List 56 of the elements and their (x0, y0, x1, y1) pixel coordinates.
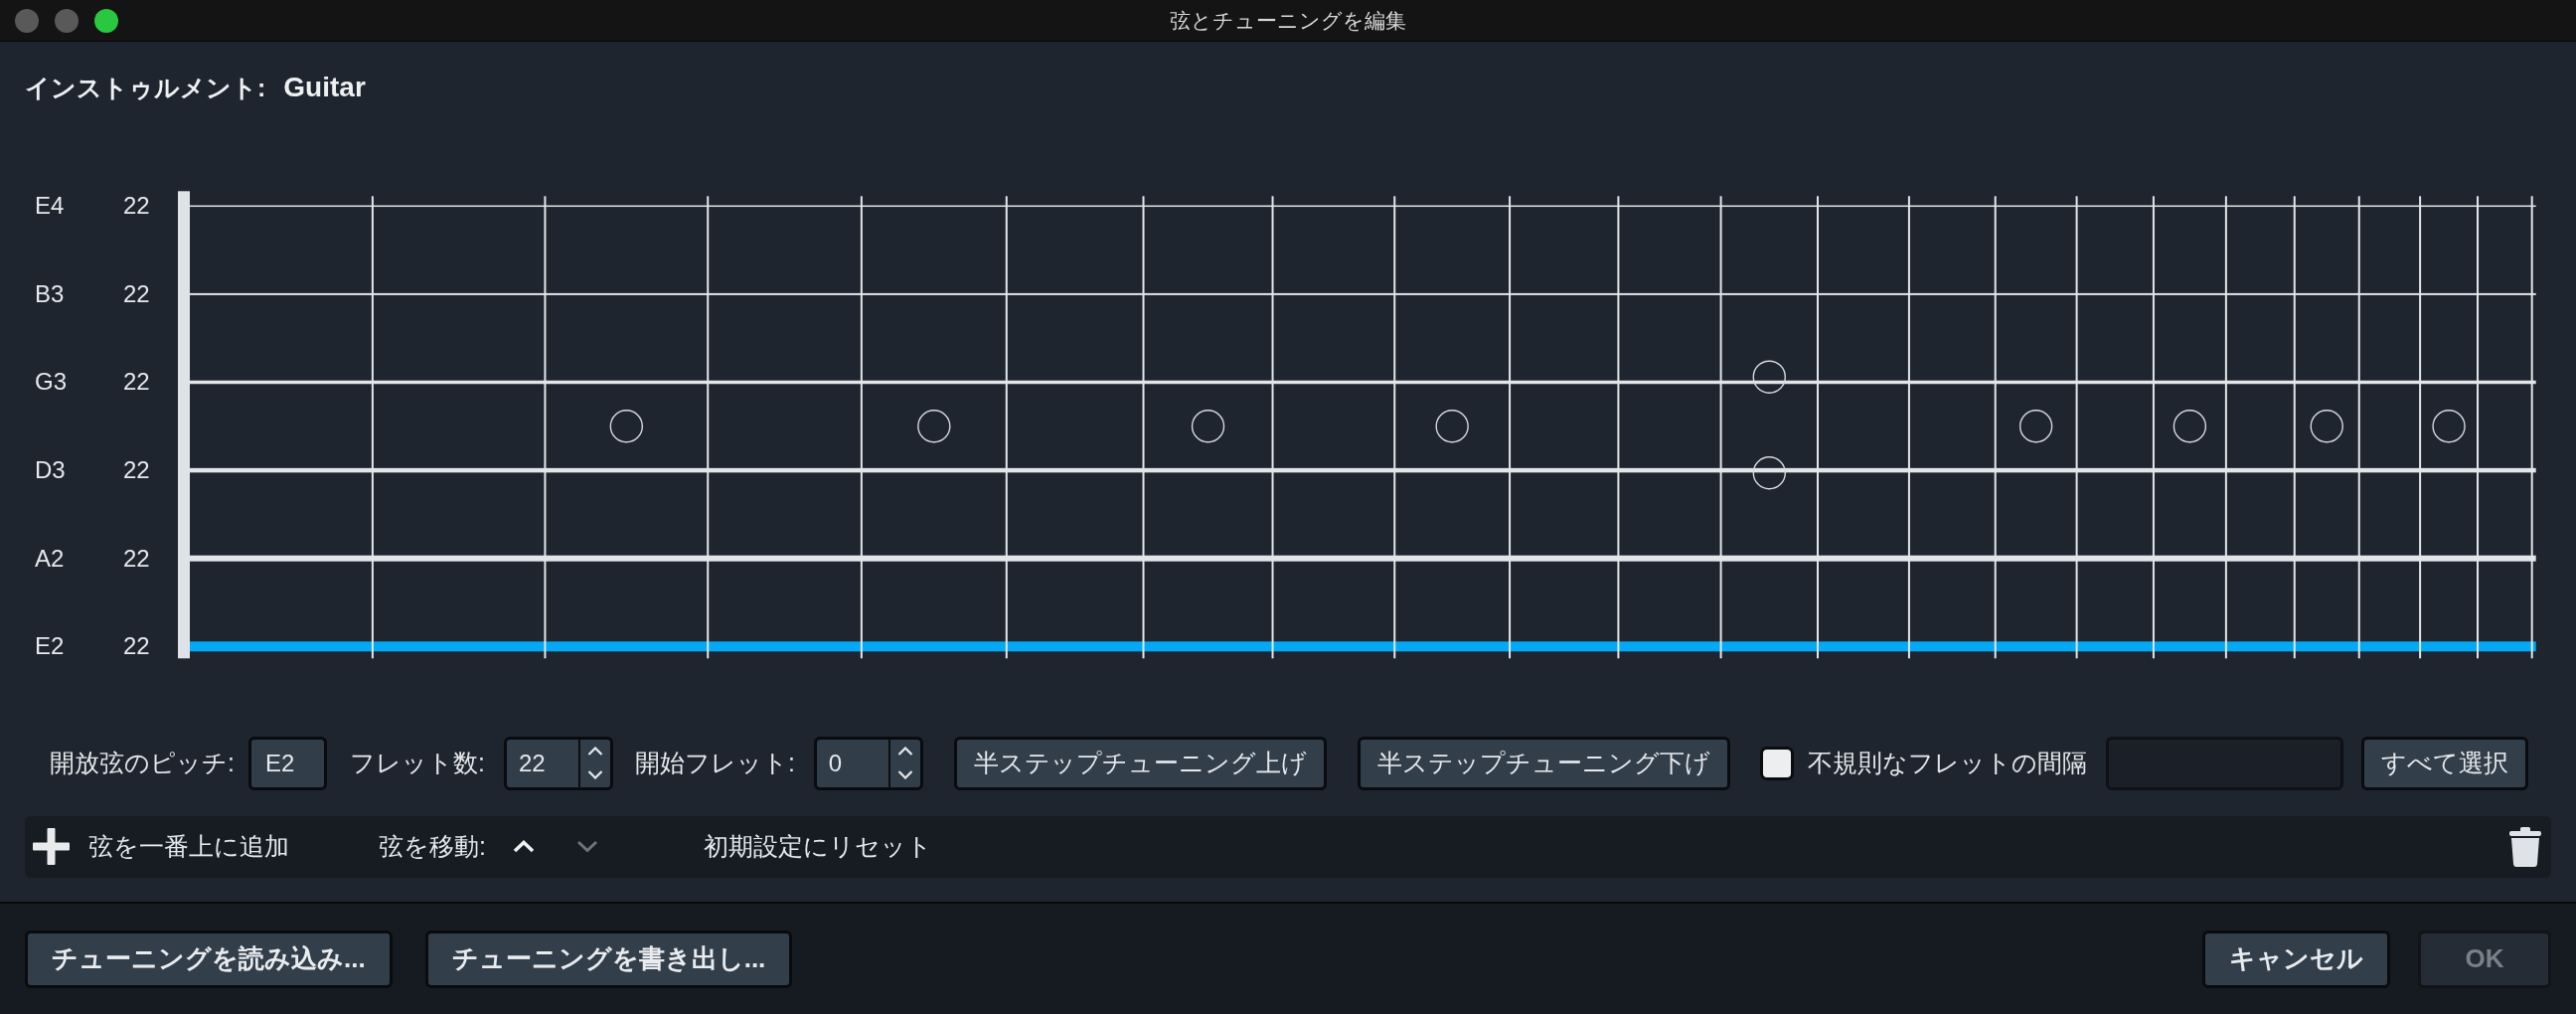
window-zoom-button[interactable] (94, 8, 118, 33)
string-fret-count: 22 (123, 458, 150, 483)
fret-marker-icon (2310, 410, 2343, 443)
load-tuning-button[interactable]: チューニングを読み込み... (25, 930, 393, 988)
open-pitch-label: 開放弦のピッチ: (50, 748, 235, 779)
fret-marker-icon (1752, 360, 1786, 394)
guitar-string[interactable] (190, 292, 2536, 295)
guitar-string[interactable] (190, 641, 2536, 652)
select-all-button[interactable]: すべて選択 (2360, 736, 2528, 790)
checkbox[interactable] (1759, 746, 1794, 780)
checkbox-label: 不規則なフレットの間隔 (1807, 748, 2087, 779)
string-pitch: E4 (35, 194, 65, 219)
string-fret-count: 22 (123, 546, 150, 571)
export-tuning-button[interactable]: チューニングを書き出し... (424, 930, 793, 988)
start-fret-spinbox[interactable]: 0 (813, 736, 923, 790)
string-pitch: B3 (35, 281, 65, 306)
guitar-string[interactable] (190, 555, 2536, 562)
start-fret-field[interactable]: 0 (816, 739, 888, 787)
chevron-up-icon[interactable] (586, 747, 603, 757)
guitar-string[interactable] (190, 205, 2536, 208)
fret-marker-icon (1752, 456, 1786, 490)
guitar-string[interactable] (190, 380, 2536, 385)
string-fret-count: 22 (123, 370, 150, 395)
half-step-down-button[interactable]: 半ステップチューニング下げ (1357, 736, 1730, 790)
chevron-up-icon[interactable] (512, 840, 535, 854)
string-pitch: G3 (35, 370, 67, 395)
half-step-up-button[interactable]: 半ステップチューニング上げ (953, 736, 1327, 790)
move-string-label: 弦を移動: (379, 831, 486, 863)
string-pitch: E2 (35, 634, 65, 659)
fret-marker-icon (917, 410, 951, 443)
fret-marker-icon (2432, 410, 2466, 443)
start-fret-label: 開始フレット: (634, 748, 795, 779)
window-title: 弦とチューニングを編集 (1170, 7, 1406, 34)
instrument-name: Guitar (283, 72, 366, 103)
string-pitch: D3 (35, 458, 66, 483)
fret-count-spinbox[interactable]: 22 (503, 736, 613, 790)
instrument-label: インストゥルメント: (25, 72, 266, 103)
fret-marker-icon (2018, 410, 2053, 443)
string-fret-count: 22 (123, 634, 150, 659)
string-pitch: A2 (35, 546, 65, 571)
fret-marker-icon (2173, 410, 2207, 443)
plus-icon (33, 828, 70, 866)
add-string-button[interactable]: 弦を一番上に追加 (33, 828, 289, 866)
fret-count-label: フレット数: (349, 748, 485, 779)
trash-icon[interactable] (2508, 826, 2542, 867)
chevron-up-icon[interactable] (896, 747, 913, 757)
fret-count-field[interactable]: 22 (506, 739, 578, 787)
open-pitch-field[interactable]: E2 (247, 736, 327, 790)
string-fret-count: 22 (123, 281, 150, 306)
reset-button[interactable]: 初期設定にリセット (703, 830, 932, 864)
fret-marker-icon (1191, 410, 1225, 443)
fret-marker-icon (1435, 410, 1469, 443)
guitar-string[interactable] (190, 467, 2536, 473)
string-fret-count: 22 (123, 194, 150, 219)
fret-marker-icon (609, 410, 644, 443)
cancel-button[interactable]: キャンセル (2202, 930, 2390, 988)
